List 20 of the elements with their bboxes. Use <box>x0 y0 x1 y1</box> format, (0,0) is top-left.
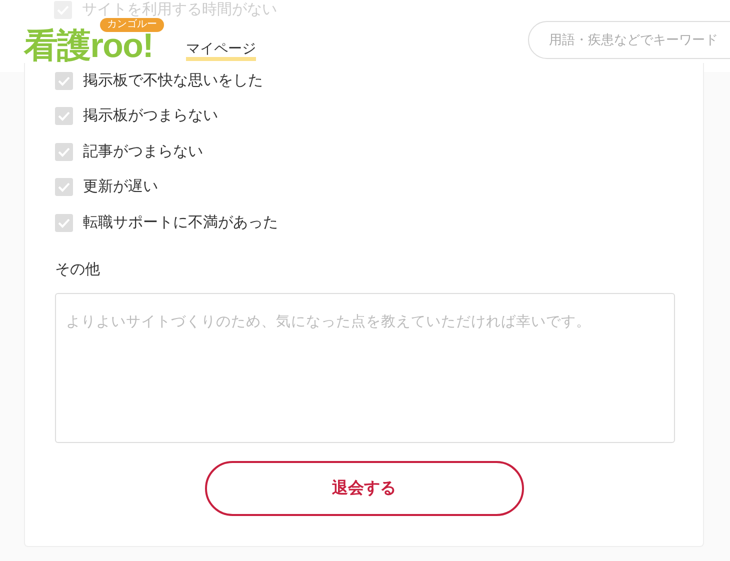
withdraw-button[interactable]: 退会する <box>204 461 524 516</box>
checkmark-icon <box>58 146 70 157</box>
checkbox[interactable] <box>55 178 73 196</box>
checkmark-icon <box>58 111 70 122</box>
reason-label: 更新が遅い <box>83 177 158 197</box>
checkbox[interactable] <box>55 142 73 161</box>
reason-label: 掲示板で不快な思いをした <box>83 70 263 90</box>
comment-field[interactable]: よりよいサイトづくりのため、気になった点を教えていただければ幸いです。 <box>55 293 675 443</box>
other-label: その他 <box>55 260 101 280</box>
reason-label: 転職サポートに不満があった <box>83 212 278 232</box>
search-field[interactable]: 用語・疾患などでキーワード <box>528 21 730 59</box>
checkbox[interactable] <box>55 72 73 90</box>
checkmark-icon <box>58 76 70 86</box>
reason-label: 記事がつまらない <box>83 142 203 162</box>
checkbox[interactable] <box>55 107 73 126</box>
search-input[interactable]: 用語・疾患などでキーワード <box>549 30 730 50</box>
checkbox[interactable] <box>55 214 73 232</box>
checkmark-icon <box>58 218 70 228</box>
reason-label: 掲示板がつまらない <box>83 106 218 126</box>
checkmark-icon <box>58 182 70 192</box>
